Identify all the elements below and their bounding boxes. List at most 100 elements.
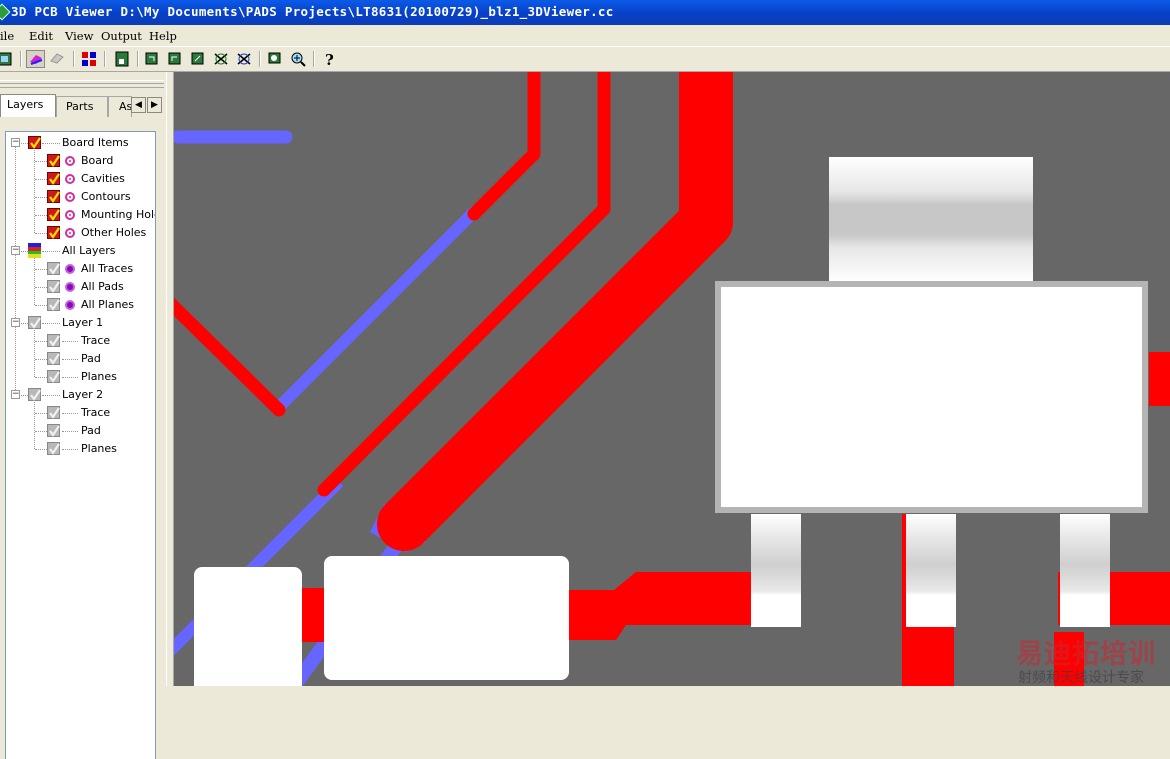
checkbox-checked[interactable] [47,172,60,185]
view-front-icon[interactable] [143,50,162,68]
checkbox-dimmed[interactable] [47,262,60,275]
tree-item-label: Planes [81,442,117,455]
component-lead [751,514,801,627]
tree-item[interactable]: − Board Items [6,134,155,152]
tree-item-label: All Pads [81,280,124,293]
checkbox-dimmed[interactable] [47,334,60,347]
checkbox-dimmed[interactable] [47,370,60,383]
tree-item-label: All Traces [81,262,134,275]
tab-parts[interactable]: Parts [56,96,108,117]
checkbox-dimmed[interactable] [47,442,60,455]
rotate-x-icon[interactable] [212,50,231,68]
checkbox-dimmed[interactable] [47,424,60,437]
tab-scroll-right-icon[interactable]: ▶ [147,97,162,113]
tree-item-label: Trace [81,334,111,347]
menu-edit[interactable]: Edit [29,29,53,43]
menu-file[interactable]: ile [0,29,14,43]
board-item-icon [65,174,75,184]
collapse-icon[interactable]: − [11,138,20,147]
checkbox-dimmed[interactable] [28,388,41,401]
checkbox-dimmed[interactable] [47,406,60,419]
tree-item[interactable]: Planes [6,440,155,458]
checkbox-dimmed[interactable] [47,298,60,311]
pcb-3d-viewport[interactable] [174,72,1170,686]
zoom-in-icon[interactable] [289,50,308,68]
board-item-icon [65,192,75,202]
all-layers-icon[interactable] [28,243,41,258]
tab-assemblies[interactable]: As [108,96,132,117]
tree-item[interactable]: Trace [6,332,155,350]
top-trace [902,627,954,686]
tree-item[interactable]: − Layer 2 [6,386,155,404]
checkbox-dimmed[interactable] [47,352,60,365]
tree-item[interactable]: Trace [6,404,155,422]
tree-item[interactable]: Planes [6,368,155,386]
menu-view[interactable]: View [65,29,93,43]
smd-pad [324,556,569,680]
layer-item-icon [65,264,75,274]
checkbox-dimmed[interactable] [47,280,60,293]
layers-panel: Layers Parts As ◀ ▶ − Board Items Board Cav… [0,72,166,759]
component-tab [829,157,1033,282]
layers-gray-icon[interactable] [48,50,67,68]
board-item-icon [65,210,75,220]
window-title: 3D PCB Viewer D:\My Documents\PADS Proje… [11,4,614,19]
collapse-icon[interactable]: − [11,246,20,255]
help-icon[interactable]: ? [320,50,339,69]
board-item-icon [65,228,75,238]
tree-item-label: Board Items [62,136,129,149]
tab-layers-label: Layers [7,98,44,111]
tree-item[interactable]: − All Layers [6,242,155,260]
menu-help[interactable]: Help [149,29,177,43]
tree-item[interactable]: − Layer 1 [6,314,155,332]
layer-item-icon [65,300,75,310]
layer-grid-icon[interactable] [80,50,99,68]
view-side-icon[interactable] [189,50,208,68]
collapse-icon[interactable]: − [11,318,20,327]
rotate-y-icon[interactable] [235,50,254,68]
cube-view-icon[interactable] [0,50,15,68]
checkbox-dimmed[interactable] [28,316,41,329]
menu-output[interactable]: Output [101,29,142,43]
tree-item-label: Mounting Holes [81,208,155,221]
tree-item-label: All Layers [62,244,116,257]
menu-bar: ile Edit View Output Help [0,25,1170,47]
tree-item[interactable]: All Planes [6,296,155,314]
tree-item-label: Layer 2 [62,388,104,401]
checkbox-checked[interactable] [28,136,41,149]
tree-item[interactable]: Pad [6,422,155,440]
collapse-icon[interactable]: − [11,390,20,399]
checkbox-checked[interactable] [47,154,60,167]
tree-item-label: Layer 1 [62,316,104,329]
app-icon [0,3,11,21]
checkbox-checked[interactable] [47,190,60,203]
zoom-fit-icon[interactable] [266,50,285,68]
tab-parts-label: Parts [66,100,94,113]
panel-splitter[interactable] [166,72,174,686]
view-back-icon[interactable] [166,50,185,68]
tree-item[interactable]: Other Holes [6,224,155,242]
board-icon[interactable] [113,50,132,68]
tree-item[interactable]: Contours [6,188,155,206]
svg-text:?: ? [325,51,334,68]
watermark-logo-text: 易迪拓培训 [1016,639,1156,670]
component-lead [1060,514,1110,627]
tree-item[interactable]: Cavities [6,170,155,188]
top-trace [174,297,286,417]
checkbox-checked[interactable] [47,226,60,239]
tab-scroll-left-icon[interactable]: ◀ [131,97,146,113]
tree-item-label: Pad [81,424,101,437]
layers-color-icon[interactable] [26,50,45,68]
tree-item-label: Cavities [81,172,125,185]
smd-pad [194,567,302,686]
tree-item-label: Planes [81,370,117,383]
checkbox-checked[interactable] [47,208,60,221]
tree-item[interactable]: Pad [6,350,155,368]
tab-layers[interactable]: Layers [0,94,56,117]
title-bar: 3D PCB Viewer D:\My Documents\PADS Proje… [0,0,1170,25]
tree-item[interactable]: All Pads [6,278,155,296]
tree-item[interactable]: Mounting Holes [6,206,155,224]
panel-grip[interactable] [0,80,164,88]
tree-item[interactable]: All Traces [6,260,155,278]
tree-item[interactable]: Board [6,152,155,170]
